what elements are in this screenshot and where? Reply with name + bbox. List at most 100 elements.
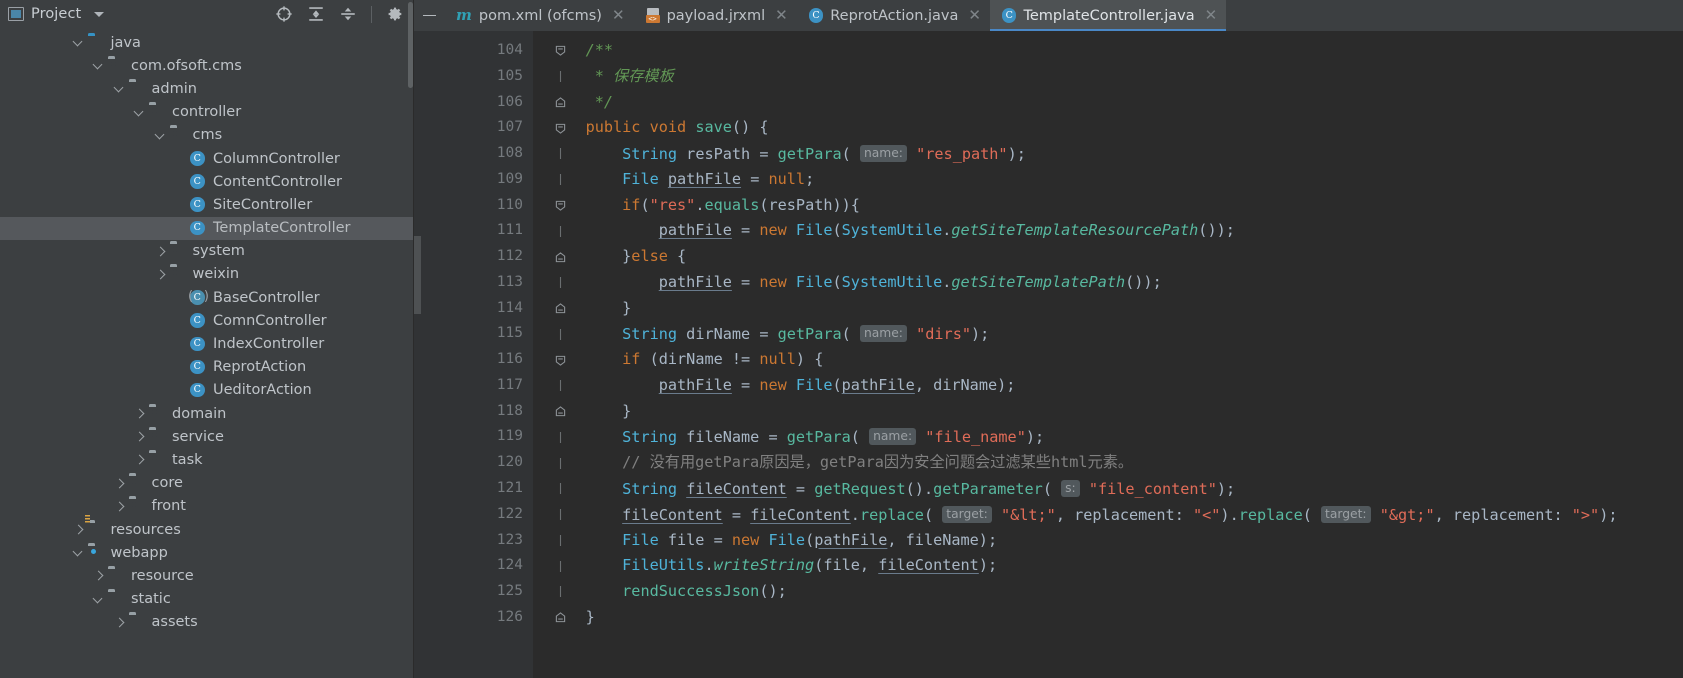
tree-item-front[interactable]: front — [0, 495, 414, 518]
code-line[interactable]: pathFile = new File(SystemUtile.getSiteT… — [533, 218, 1683, 244]
tree-twisty-right-icon[interactable] — [133, 430, 146, 443]
editor-tab-payload[interactable]: payload.jrxml ✕ — [634, 0, 797, 31]
expand-all-icon[interactable] — [307, 5, 325, 23]
code-line[interactable]: String fileContent = getRequest().getPar… — [533, 476, 1683, 502]
tree-item-basecontroller[interactable]: (C) BaseController — [0, 286, 414, 309]
tree-twisty-down-icon[interactable] — [113, 82, 126, 95]
tree-item-reprotaction[interactable]: C ReprotAction — [0, 356, 414, 379]
tree-twisty-right-icon[interactable] — [113, 500, 126, 513]
tree-twisty-none-icon[interactable] — [174, 222, 187, 235]
tree-item-admin[interactable]: admin — [0, 77, 414, 100]
tree-twisty-none-icon[interactable] — [174, 175, 187, 188]
code-text-area[interactable]: /** * 保存模板 */ public void save() { Strin… — [533, 31, 1683, 678]
tree-item-columncontroller[interactable]: C ColumnController — [0, 147, 414, 170]
line-number-text: 111 — [496, 222, 523, 239]
close-icon[interactable]: ✕ — [965, 8, 981, 23]
code-line[interactable]: // 没有用getPara原因是，getPara因为安全问题会过滤某些html元… — [533, 450, 1683, 476]
tree-item-label: ContentController — [213, 173, 342, 190]
tree-twisty-right-icon[interactable] — [154, 245, 167, 258]
tree-twisty-down-icon[interactable] — [72, 546, 85, 559]
close-icon[interactable]: ✕ — [609, 8, 625, 23]
tree-twisty-none-icon[interactable] — [174, 314, 187, 327]
tree-item-resources[interactable]: resources — [0, 518, 414, 541]
code-line[interactable]: String dirName = getPara( name: "dirs"); — [533, 321, 1683, 347]
code-line[interactable]: /** — [533, 38, 1683, 64]
close-icon[interactable]: ✕ — [772, 8, 788, 23]
editor-tab-reprotaction[interactable]: C ReprotAction.java ✕ — [797, 0, 990, 31]
tree-twisty-none-icon[interactable] — [174, 198, 187, 211]
tree-twisty-right-icon[interactable] — [154, 268, 167, 281]
tree-item-resource[interactable]: resource — [0, 564, 414, 587]
tree-item-static[interactable]: static — [0, 588, 414, 611]
code-line[interactable]: */ — [533, 90, 1683, 116]
tree-item-domain[interactable]: domain — [0, 402, 414, 425]
tree-item-sitecontroller[interactable]: C SiteController — [0, 193, 414, 216]
tree-twisty-none-icon[interactable] — [174, 361, 187, 374]
project-panel-header: Project — [0, 0, 414, 28]
close-icon[interactable]: ✕ — [1202, 8, 1218, 23]
code-line[interactable]: public void save() { — [533, 115, 1683, 141]
tree-item-com-ofsoft-cms[interactable]: com.ofsoft.cms — [0, 54, 414, 77]
tree-twisty-none-icon[interactable] — [174, 152, 187, 165]
tree-twisty-right-icon[interactable] — [113, 616, 126, 629]
code-line[interactable]: if (dirName != null) { — [533, 347, 1683, 373]
minimize-window-button[interactable] — [414, 0, 444, 31]
tree-item-java[interactable]: java — [0, 31, 414, 54]
tree-twisty-right-icon[interactable] — [133, 453, 146, 466]
tree-twisty-down-icon[interactable] — [72, 36, 85, 49]
code-line[interactable]: * 保存模板 — [533, 64, 1683, 90]
locate-icon[interactable] — [275, 5, 293, 23]
tree-item-contentcontroller[interactable]: C ContentController — [0, 170, 414, 193]
tree-item-icon — [88, 545, 105, 560]
project-panel-title-group[interactable]: Project — [8, 6, 105, 22]
tree-item-indexcontroller[interactable]: C IndexController — [0, 332, 414, 355]
tree-item-task[interactable]: task — [0, 448, 414, 471]
parameter-hint: s: — [1061, 480, 1080, 498]
gear-icon[interactable] — [386, 5, 404, 23]
editor-tab-pom[interactable]: m pom.xml (ofcms) ✕ — [444, 0, 634, 31]
tree-twisty-right-icon[interactable] — [113, 477, 126, 490]
tree-twisty-none-icon[interactable] — [174, 338, 187, 351]
code-line[interactable]: File pathFile = null; — [533, 167, 1683, 193]
tree-item-system[interactable]: system — [0, 240, 414, 263]
code-token: else — [631, 247, 668, 266]
tree-item-comncontroller[interactable]: C ComnController — [0, 309, 414, 332]
code-line[interactable]: rendSuccessJson(); — [533, 579, 1683, 605]
collapse-all-icon[interactable] — [339, 5, 357, 23]
tree-twisty-down-icon[interactable] — [154, 129, 167, 142]
code-line[interactable]: } — [533, 296, 1683, 322]
tree-item-assets[interactable]: assets — [0, 611, 414, 634]
project-tree[interactable]: java com.ofsoft.cms admin controller cms C Col… — [0, 28, 414, 678]
tree-item-webapp[interactable]: webapp — [0, 541, 414, 564]
code-line[interactable]: } — [533, 605, 1683, 631]
code-line[interactable]: pathFile = new File(pathFile, dirName); — [533, 373, 1683, 399]
code-line[interactable]: String fileName = getPara( name: "file_n… — [533, 424, 1683, 450]
code-line[interactable]: File file = new File(pathFile, fileName)… — [533, 528, 1683, 554]
code-line[interactable]: } — [533, 399, 1683, 425]
line-number-gutter[interactable]: 104 105 106 107 108 109 110 111 112 113 114 115 116 1… — [421, 31, 566, 678]
tree-twisty-right-icon[interactable] — [133, 407, 146, 420]
tree-twisty-down-icon[interactable] — [92, 59, 105, 72]
tree-twisty-none-icon[interactable] — [174, 384, 187, 397]
code-line[interactable]: }else { — [533, 244, 1683, 270]
tree-item-service[interactable]: service — [0, 425, 414, 448]
code-line[interactable]: FileUtils.writeString(file, fileContent)… — [533, 553, 1683, 579]
tree-item-weixin[interactable]: weixin — [0, 263, 414, 286]
tree-twisty-right-icon[interactable] — [92, 569, 105, 582]
tree-item-core[interactable]: core — [0, 472, 414, 495]
tree-item-controller[interactable]: controller — [0, 101, 414, 124]
tree-item-ueditoraction[interactable]: C UeditorAction — [0, 379, 414, 402]
tree-twisty-down-icon[interactable] — [133, 106, 146, 119]
tree-twisty-down-icon[interactable] — [92, 593, 105, 606]
tree-twisty-none-icon[interactable] — [174, 291, 187, 304]
code-line[interactable]: pathFile = new File(SystemUtile.getSiteT… — [533, 270, 1683, 296]
tree-twisty-right-icon[interactable] — [72, 523, 85, 536]
code-line[interactable]: String resPath = getPara( name: "res_pat… — [533, 141, 1683, 167]
tree-item-templatecontroller[interactable]: C TemplateController — [0, 216, 414, 240]
tree-item-cms[interactable]: cms — [0, 124, 414, 147]
code-line[interactable]: fileContent = fileContent.replace( targe… — [533, 502, 1683, 528]
chevron-down-icon[interactable] — [94, 11, 105, 17]
editor-tab-templatecontroller[interactable]: C TemplateController.java ✕ — [989, 0, 1227, 31]
toolbar-separator — [371, 5, 372, 23]
code-line[interactable]: if("res".equals(resPath)){ — [533, 193, 1683, 219]
